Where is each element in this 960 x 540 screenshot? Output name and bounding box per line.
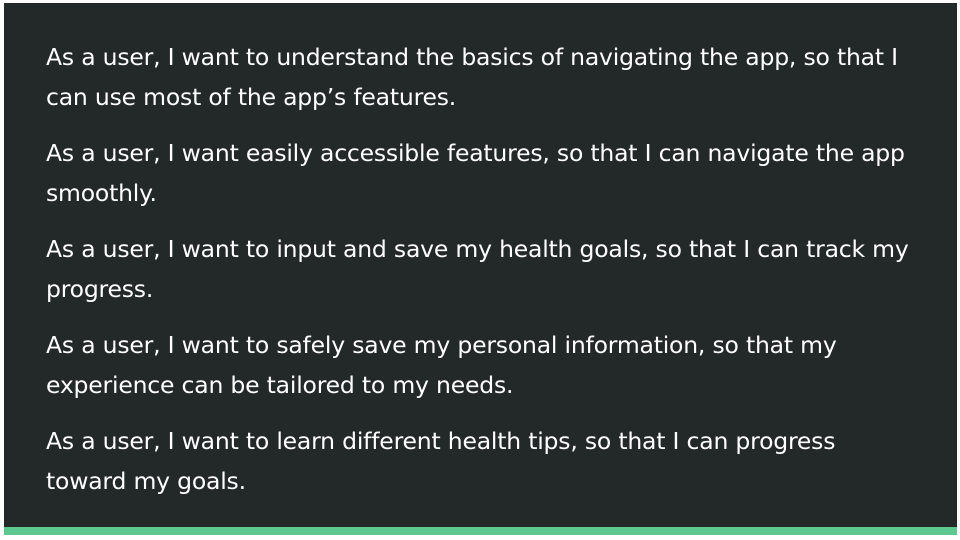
user-story-2: As a user, I want easily accessible feat… bbox=[46, 139, 905, 207]
accent-bar bbox=[4, 527, 957, 535]
slide: As a user, I want to understand the basi… bbox=[4, 3, 957, 535]
user-story-1: As a user, I want to understand the basi… bbox=[46, 43, 898, 111]
user-story-5: As a user, I want to learn different hea… bbox=[46, 427, 836, 495]
user-story-3: As a user, I want to input and save my h… bbox=[46, 235, 909, 303]
user-stories-list: As a user, I want to understand the basi… bbox=[46, 37, 916, 517]
user-story-4: As a user, I want to safely save my pers… bbox=[46, 331, 837, 399]
